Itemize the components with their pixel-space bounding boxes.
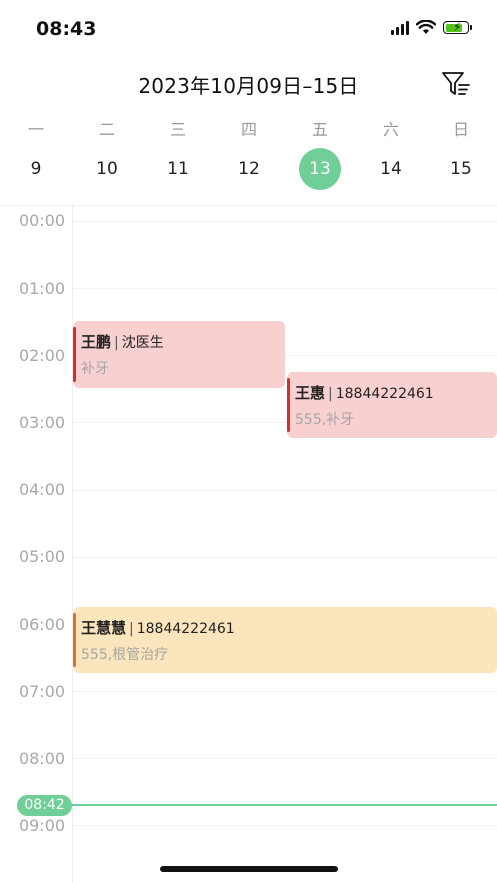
appointment-detail: 沈医生 <box>121 335 164 351</box>
appointment-phone: 18844222461 <box>136 621 235 637</box>
hour-line <box>73 490 497 491</box>
appointment-title: 王鹏 | 沈医生 <box>81 333 164 351</box>
day-14[interactable]: 14 <box>370 148 412 190</box>
hour-line <box>73 221 497 222</box>
appointment-title: 王惠 | 18844222461 <box>295 384 434 402</box>
appointment-color-bar <box>73 327 76 382</box>
day-12[interactable]: 12 <box>228 148 270 190</box>
hour-label-03: 03:00 <box>18 413 66 432</box>
hour-label-02: 02:00 <box>18 346 66 365</box>
hour-label-07: 07:00 <box>18 682 66 701</box>
weekday-mon: 一 <box>27 120 44 139</box>
day-10[interactable]: 10 <box>86 148 128 190</box>
filter-icon[interactable] <box>441 70 471 98</box>
day-13-selected[interactable]: 13 <box>299 148 341 190</box>
hour-line <box>73 825 497 826</box>
appointment-treatment: 补牙 <box>81 361 109 377</box>
appointment-phone: 18844222461 <box>335 386 434 402</box>
week-range-title[interactable]: 2023年10月09日–15日 <box>0 70 497 99</box>
appointment-treatment: 555,根管治疗 <box>81 647 169 663</box>
appointment-card[interactable]: 王慧慧 | 18844222461 555,根管治疗 <box>73 607 497 673</box>
weekday-sun: 日 <box>452 120 469 139</box>
weekday-tue: 二 <box>98 120 115 139</box>
time-column-divider <box>72 206 73 883</box>
status-time: 08:43 <box>36 18 97 40</box>
hour-label-04: 04:00 <box>18 480 66 499</box>
weekday-sat: 六 <box>382 120 399 139</box>
appointment-treatment: 555,补牙 <box>295 412 355 428</box>
patient-name: 王慧慧 <box>81 619 127 637</box>
hour-label-09: 09:00 <box>18 816 66 835</box>
weekday-wed: 三 <box>169 120 186 139</box>
appointment-card[interactable]: 王惠 | 18844222461 555,补牙 <box>287 372 497 438</box>
current-time-badge: 08:42 <box>17 795 72 816</box>
weekday-thu: 四 <box>240 120 257 139</box>
appointment-card[interactable]: 王鹏 | 沈医生 补牙 <box>73 321 285 388</box>
appointment-color-bar <box>73 613 76 667</box>
hour-label-05: 05:00 <box>18 547 66 566</box>
hour-line <box>73 288 497 289</box>
current-time-line <box>60 804 497 806</box>
hour-label-00: 00:00 <box>18 211 66 230</box>
patient-name: 王鹏 <box>81 333 112 351</box>
patient-name: 王惠 <box>295 384 326 402</box>
hour-label-08: 08:00 <box>18 749 66 768</box>
hour-line <box>73 758 497 759</box>
hour-line <box>73 557 497 558</box>
hour-label-01: 01:00 <box>18 279 66 298</box>
header-divider <box>0 205 497 206</box>
wifi-icon <box>416 20 436 34</box>
day-9[interactable]: 9 <box>15 148 57 190</box>
battery-charging-icon: ⚡ <box>443 20 472 34</box>
day-15[interactable]: 15 <box>440 148 482 190</box>
day-11[interactable]: 11 <box>157 148 199 190</box>
appointment-color-bar <box>287 378 290 432</box>
home-indicator[interactable] <box>160 866 338 872</box>
status-icons: ⚡ <box>391 20 472 35</box>
appointment-title: 王慧慧 | 18844222461 <box>81 619 235 637</box>
hour-line <box>73 691 497 692</box>
hour-label-06: 06:00 <box>18 615 66 634</box>
cellular-signal-icon <box>391 20 409 35</box>
weekday-fri: 五 <box>311 120 328 139</box>
